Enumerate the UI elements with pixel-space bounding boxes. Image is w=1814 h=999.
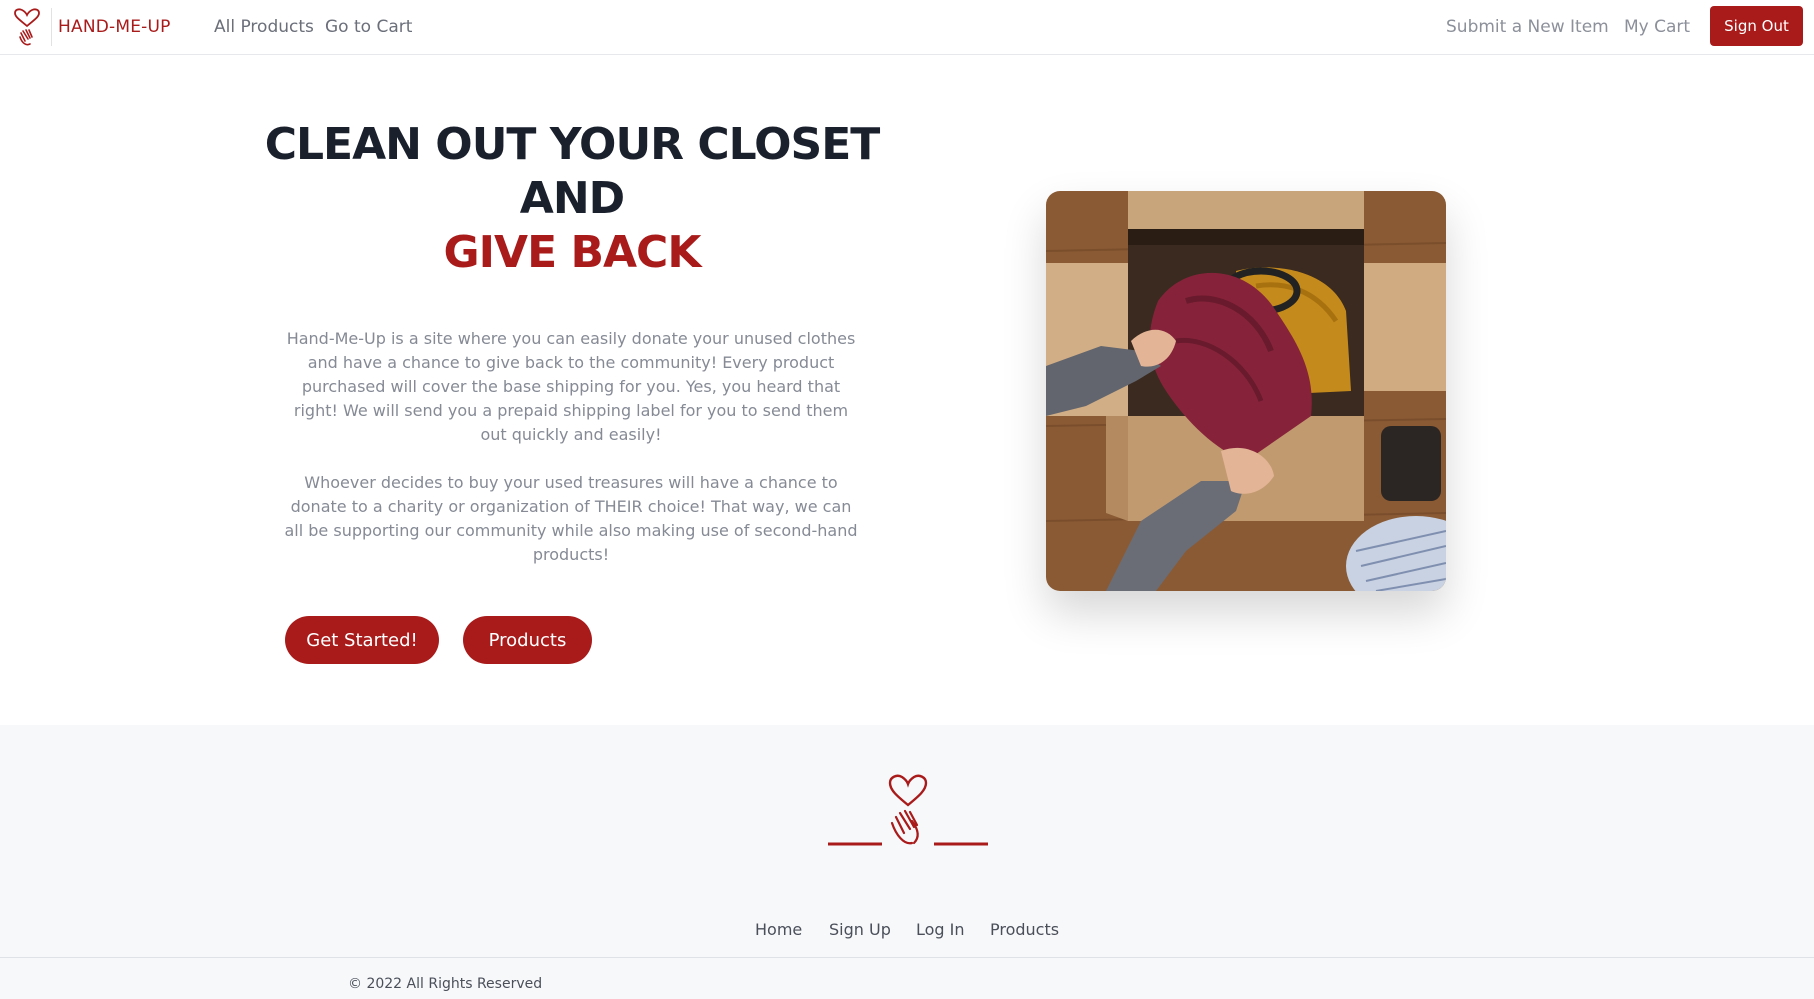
hero-heading: CLEAN OUT YOUR CLOSET AND GIVE BACK (262, 118, 882, 280)
footer-link-sign-up[interactable]: Sign Up (829, 920, 891, 939)
navbar: HAND-ME-UP All Products Go to Cart Submi… (0, 0, 1814, 55)
footer-link-products[interactable]: Products (990, 920, 1059, 939)
products-button[interactable]: Products (463, 616, 592, 664)
get-started-button[interactable]: Get Started! (285, 616, 439, 664)
heart-hand-icon[interactable] (12, 7, 42, 47)
hero-heading-line1: CLEAN OUT YOUR CLOSET (264, 119, 881, 170)
nav-all-products[interactable]: All Products (214, 17, 314, 37)
copyright-text: © 2022 All Rights Reserved (348, 976, 543, 992)
nav-go-to-cart[interactable]: Go to Cart (325, 17, 412, 37)
heart-hand-icon[interactable] (826, 771, 990, 847)
hero-paragraph-2: Whoever decides to buy your used treasur… (284, 473, 858, 564)
sign-out-button[interactable]: Sign Out (1710, 6, 1803, 46)
hero-paragraph-1: Hand-Me-Up is a site where you can easil… (286, 329, 856, 444)
footer-divider (0, 957, 1814, 958)
footer-link-log-in[interactable]: Log In (916, 920, 965, 939)
brand-divider (51, 8, 52, 46)
hero-image (1046, 191, 1446, 591)
nav-submit-new-item[interactable]: Submit a New Item (1446, 17, 1609, 37)
footer-links: Home Sign Up Log In Products (0, 920, 1814, 942)
nav-my-cart[interactable]: My Cart (1624, 17, 1690, 37)
brand-name[interactable]: HAND-ME-UP (58, 17, 171, 37)
footer-link-home[interactable]: Home (755, 920, 802, 939)
donation-box-photo (1046, 191, 1446, 591)
hero-heading-line2: AND (519, 173, 625, 224)
footer: Home Sign Up Log In Products © 2022 All … (0, 725, 1814, 999)
hero-heading-accent: GIVE BACK (443, 227, 702, 278)
